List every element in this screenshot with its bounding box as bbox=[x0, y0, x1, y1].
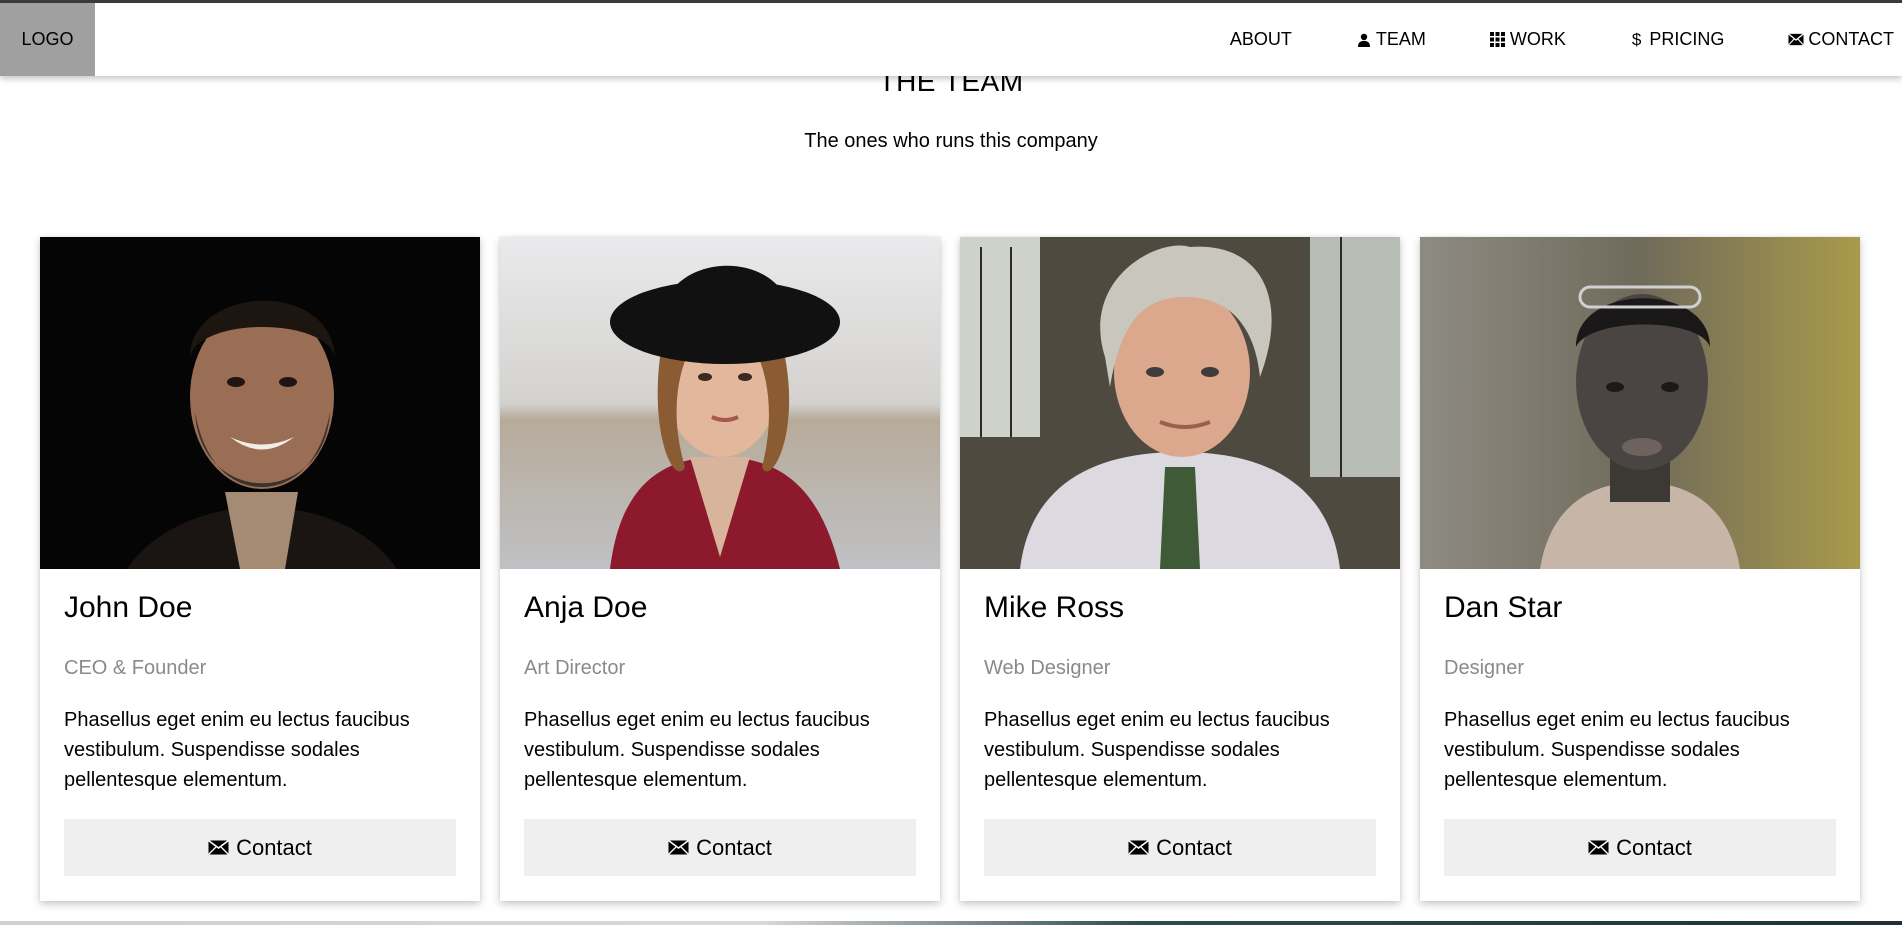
nav-link-team[interactable]: TEAM bbox=[1356, 3, 1426, 76]
member-role: Web Designer bbox=[984, 657, 1111, 679]
user-icon bbox=[1356, 32, 1372, 48]
nav-link-pricing-label: PRICING bbox=[1649, 29, 1725, 49]
team-card: Anja Doe Art Director Phasellus eget eni… bbox=[500, 237, 940, 901]
member-role: CEO & Founder bbox=[64, 657, 207, 679]
nav-link-team-label: TEAM bbox=[1375, 29, 1426, 49]
page: LOGO ABOUT TEAM WORK $ PRICING CONTACT T… bbox=[0, 0, 1902, 925]
member-name: Mike Ross bbox=[984, 591, 1125, 624]
nav-link-contact[interactable]: CONTACT bbox=[1788, 3, 1894, 76]
card-body: Dan Star Designer Phasellus eget enim eu… bbox=[1420, 590, 1860, 795]
team-card: John Doe CEO & Founder Phasellus eget en… bbox=[40, 237, 480, 901]
member-bio: Phasellus eget enim eu lectus faucibus v… bbox=[1444, 709, 1790, 791]
card-body: Mike Ross Web Designer Phasellus eget en… bbox=[960, 590, 1400, 795]
envelope-icon bbox=[208, 840, 230, 856]
top-navbar: LOGO ABOUT TEAM WORK $ PRICING CONTACT bbox=[0, 3, 1902, 76]
team-card: Mike Ross Web Designer Phasellus eget en… bbox=[960, 237, 1400, 901]
member-photo bbox=[1420, 237, 1860, 569]
envelope-icon bbox=[1128, 840, 1150, 856]
member-bio: Phasellus eget enim eu lectus faucibus v… bbox=[64, 709, 410, 791]
nav-link-about[interactable]: ABOUT bbox=[1230, 3, 1292, 76]
member-bio: Phasellus eget enim eu lectus faucibus v… bbox=[524, 709, 870, 791]
window-top-border bbox=[0, 0, 1902, 3]
member-photo bbox=[960, 237, 1400, 569]
nav-link-work-label: WORK bbox=[1509, 29, 1566, 49]
dollar-icon: $ bbox=[1631, 29, 1642, 49]
member-bio: Phasellus eget enim eu lectus faucibus v… bbox=[984, 709, 1330, 791]
contact-button[interactable]: Contact bbox=[524, 819, 916, 876]
member-role: Art Director bbox=[524, 657, 626, 679]
card-body: John Doe CEO & Founder Phasellus eget en… bbox=[40, 590, 480, 795]
member-photo bbox=[500, 237, 940, 569]
member-photo bbox=[40, 237, 480, 569]
envelope-icon bbox=[668, 840, 690, 856]
nav-link-contact-label: CONTACT bbox=[1808, 29, 1894, 49]
team-cards: John Doe CEO & Founder Phasellus eget en… bbox=[40, 237, 1860, 901]
nav-link-pricing[interactable]: $ PRICING bbox=[1632, 3, 1724, 76]
member-role: Designer bbox=[1444, 657, 1525, 679]
contact-button[interactable]: Contact bbox=[1444, 819, 1836, 876]
contact-button-label: Contact bbox=[1616, 834, 1692, 860]
contact-button[interactable]: Contact bbox=[984, 819, 1376, 876]
section-subtitle: The ones who runs this company bbox=[804, 130, 1098, 152]
team-card: Dan Star Designer Phasellus eget enim eu… bbox=[1420, 237, 1860, 901]
nav-link-work[interactable]: WORK bbox=[1490, 3, 1566, 76]
member-name: Dan Star bbox=[1444, 591, 1563, 624]
grid-icon bbox=[1490, 32, 1506, 48]
envelope-icon bbox=[1588, 840, 1610, 856]
contact-button-label: Contact bbox=[696, 834, 772, 860]
logo[interactable]: LOGO bbox=[0, 3, 95, 76]
contact-button[interactable]: Contact bbox=[64, 819, 456, 876]
member-name: Anja Doe bbox=[524, 591, 648, 624]
contact-button-label: Contact bbox=[1156, 834, 1232, 860]
envelope-icon bbox=[1788, 32, 1805, 48]
member-name: John Doe bbox=[64, 591, 193, 624]
nav-links: ABOUT TEAM WORK $ PRICING CONTACT bbox=[1230, 3, 1902, 76]
card-body: Anja Doe Art Director Phasellus eget eni… bbox=[500, 590, 940, 795]
bottom-strip bbox=[0, 921, 1902, 925]
contact-button-label: Contact bbox=[236, 834, 312, 860]
nav-link-about-label: ABOUT bbox=[1229, 29, 1292, 49]
